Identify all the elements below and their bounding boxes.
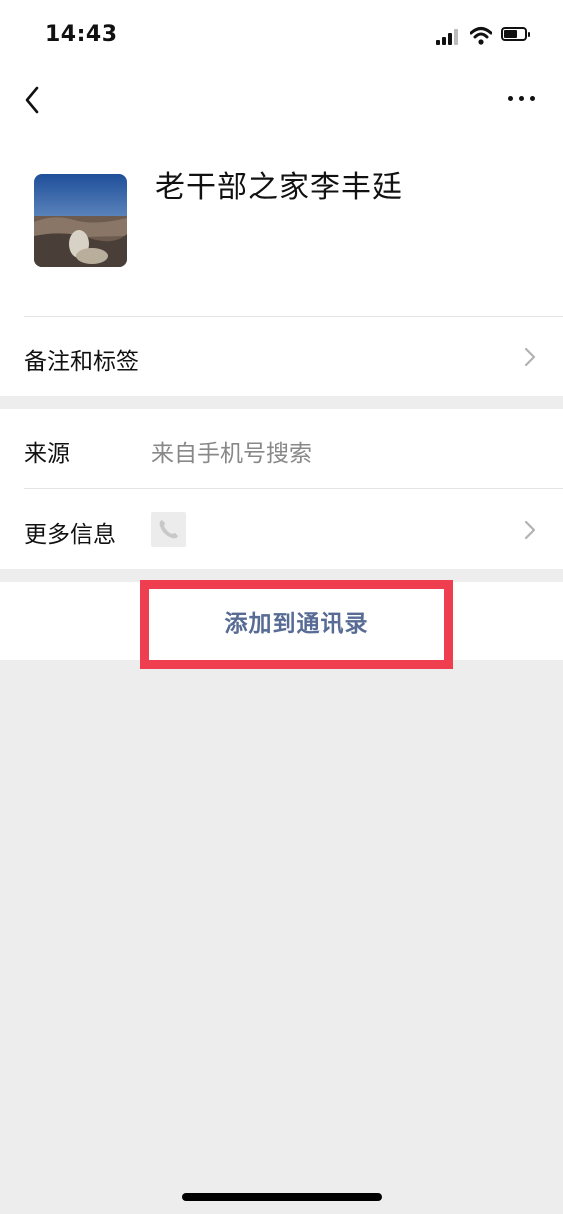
profile-name: 老干部之家李丰廷 xyxy=(155,170,403,205)
source-row: 来源 来自手机号搜索 xyxy=(0,409,563,489)
chevron-left-icon[interactable] xyxy=(20,84,46,116)
phone-icon xyxy=(151,512,186,547)
row-divider xyxy=(24,316,563,317)
cellular-signal-icon xyxy=(436,29,462,45)
home-indicator[interactable] xyxy=(182,1193,382,1201)
wifi-icon xyxy=(470,27,492,45)
battery-icon xyxy=(501,27,531,43)
chevron-right-icon xyxy=(524,347,536,367)
profile-header: 老干部之家李丰廷 xyxy=(0,150,563,290)
more-dots-icon[interactable] xyxy=(506,92,538,106)
more-info-label: 更多信息 xyxy=(24,522,116,548)
remarks-tags-label: 备注和标签 xyxy=(24,349,139,375)
add-to-contacts-label: 添加到通讯录 xyxy=(224,611,369,637)
add-to-contacts-button[interactable]: 添加到通讯录 xyxy=(140,580,453,669)
nav-bar xyxy=(0,70,563,130)
source-value: 来自手机号搜索 xyxy=(151,441,312,467)
status-bar: 14:43 xyxy=(0,0,563,70)
avatar[interactable] xyxy=(34,174,127,267)
remarks-tags-row[interactable]: 备注和标签 xyxy=(0,316,563,396)
source-label: 来源 xyxy=(24,441,70,467)
landscape-avatar xyxy=(34,174,127,267)
status-time: 14:43 xyxy=(45,22,118,47)
chevron-right-icon xyxy=(524,520,536,540)
more-info-row[interactable]: 更多信息 xyxy=(0,489,563,569)
